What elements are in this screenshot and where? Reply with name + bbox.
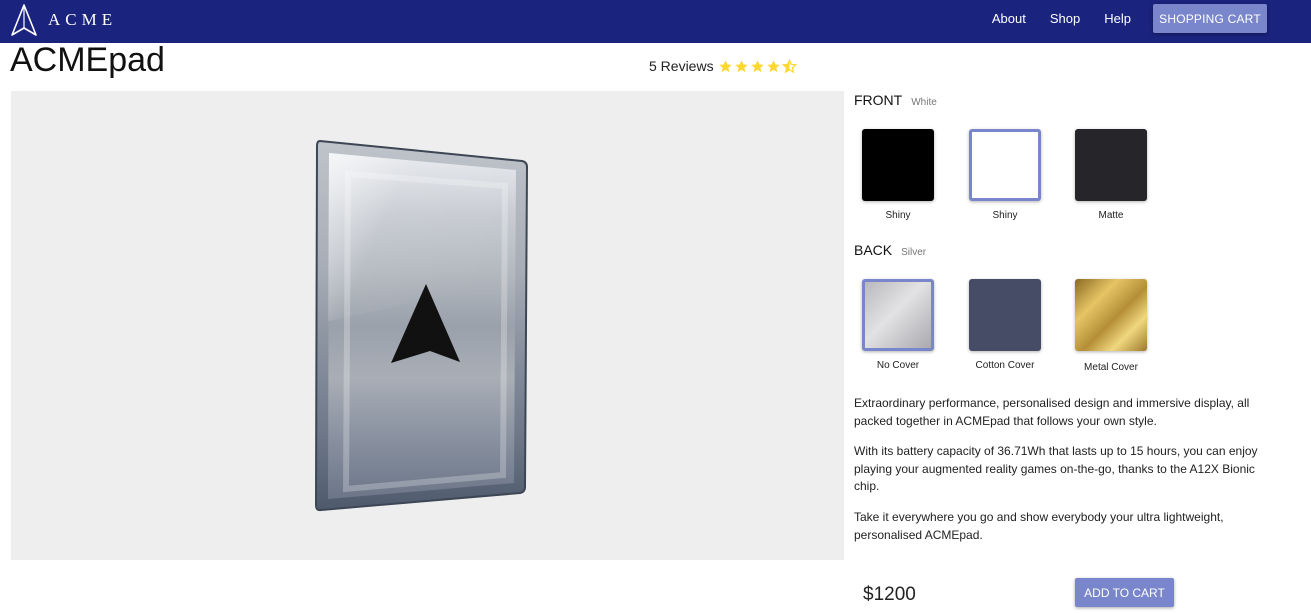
front-selected-value: White (911, 97, 937, 108)
back-option-label: Cotton Cover (975, 360, 1035, 371)
description-paragraph: Take it everywhere you go and show every… (854, 510, 1224, 542)
back-option-metal-cover[interactable] (1075, 279, 1147, 351)
product-title: ACMEpad (10, 41, 165, 79)
nav-about-link[interactable]: About (992, 11, 1026, 26)
nav-help-link[interactable]: Help (1104, 11, 1131, 26)
back-selected-value: Silver (901, 247, 927, 258)
rating-stars (718, 58, 798, 74)
acme-logo-icon (11, 4, 37, 36)
product-model-render (314, 139, 529, 512)
front-option-label: Shiny (885, 210, 911, 221)
star-icon (734, 59, 748, 72)
top-navbar: ACME About Shop Help SHOPPING CART (0, 0, 1311, 43)
reviews-summary[interactable]: 5 Reviews (649, 58, 798, 74)
description-paragraph: Extraordinary performance, personalised … (854, 396, 1250, 428)
back-option-label: Metal Cover (1084, 362, 1138, 373)
acme-logo[interactable]: ACME (8, 3, 117, 37)
back-option-no-cover[interactable] (862, 279, 934, 351)
reviews-count: 5 Reviews (649, 58, 714, 74)
back-option-label: No Cover (876, 360, 920, 371)
description-paragraph: With its battery capacity of 36.71Wh tha… (854, 444, 1258, 493)
logo-text: ACME (48, 10, 118, 29)
nav-links: About Shop Help (968, 0, 1131, 36)
half-star-icon (781, 58, 797, 73)
front-option-matte[interactable] (1075, 129, 1147, 201)
add-to-cart-button[interactable]: ADD TO CART (1075, 578, 1174, 607)
back-heading-label: BACK (854, 242, 893, 258)
nav-shop-link[interactable]: Shop (1050, 11, 1080, 26)
back-heading: BACK Silver (854, 242, 926, 258)
shopping-cart-button[interactable]: SHOPPING CART (1153, 4, 1267, 33)
front-option-white-shiny[interactable] (969, 129, 1041, 201)
front-option-label: Shiny (992, 210, 1018, 221)
front-heading-label: FRONT (854, 92, 903, 108)
front-option-black-shiny[interactable] (862, 129, 934, 201)
product-price: $1200 (863, 584, 916, 605)
back-option-cotton-cover[interactable] (969, 279, 1041, 351)
star-icon (718, 59, 732, 72)
front-option-label: Matte (1098, 210, 1124, 221)
front-heading: FRONT White (854, 92, 937, 108)
product-3d-viewer[interactable] (11, 91, 844, 560)
star-icon (750, 59, 764, 72)
star-icon (766, 59, 780, 72)
